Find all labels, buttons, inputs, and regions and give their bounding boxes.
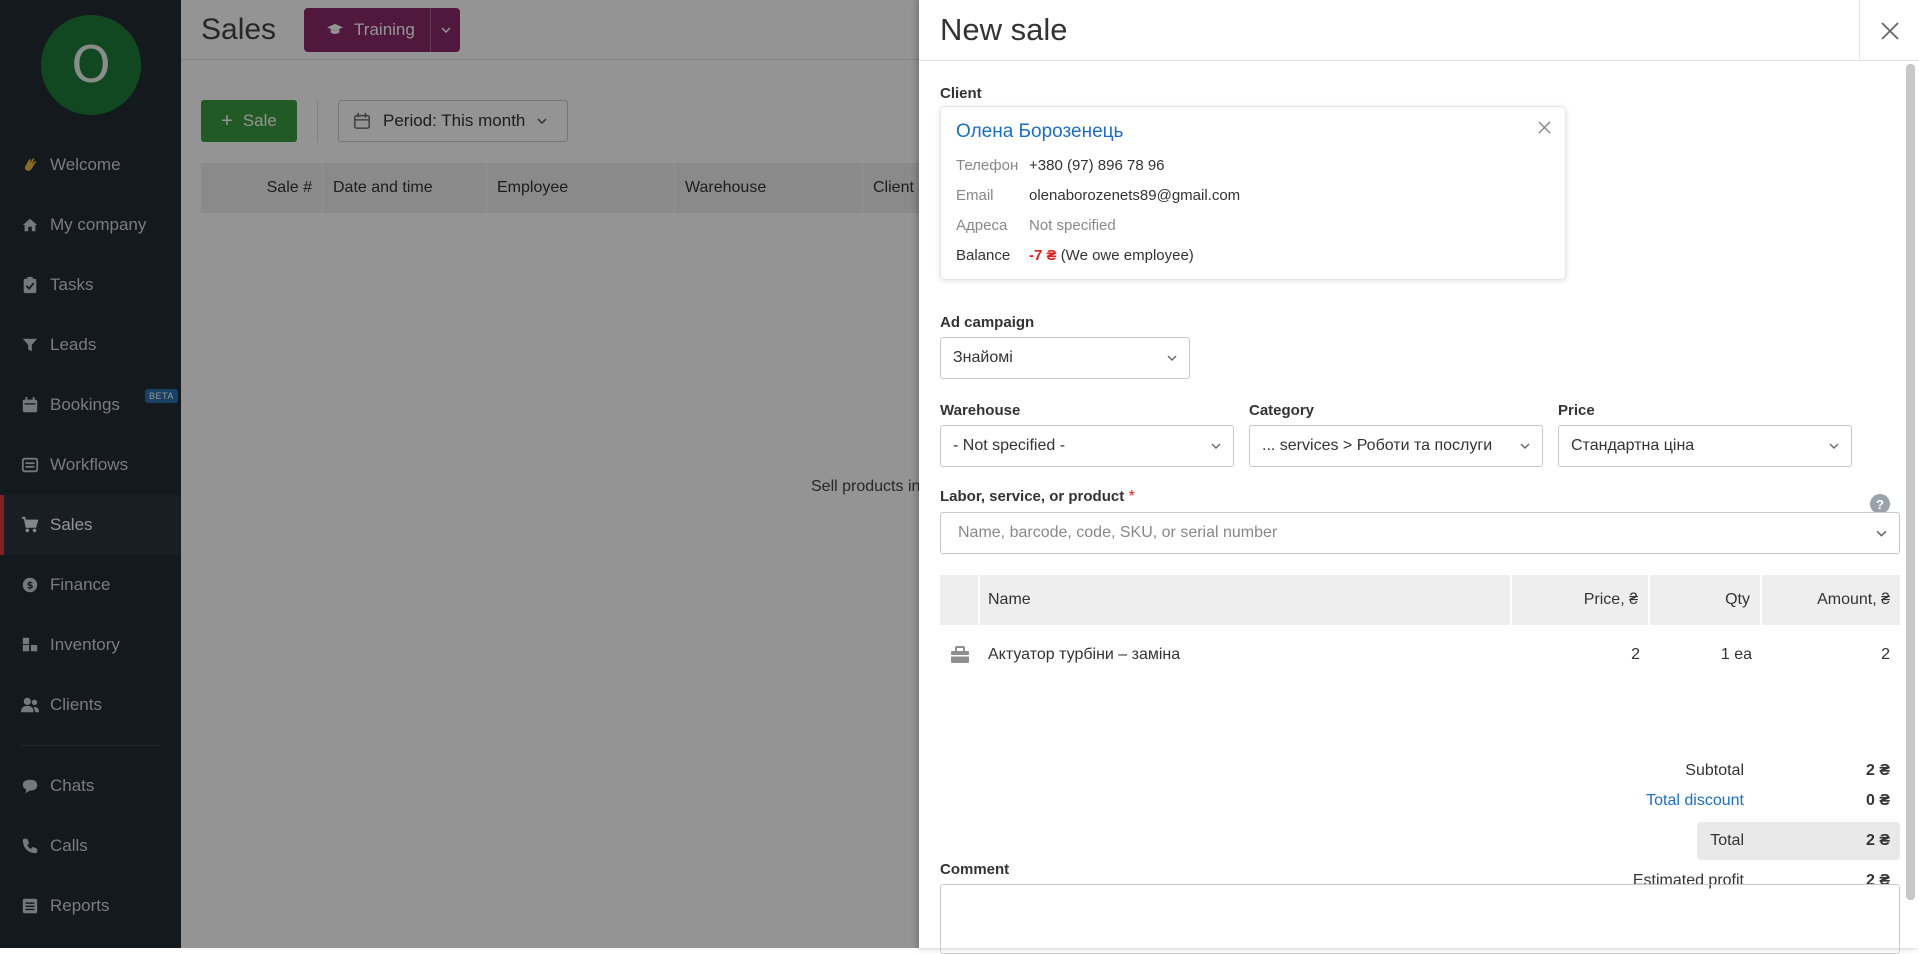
total-discount-link[interactable]: Total discount	[1646, 792, 1744, 810]
discount-value: 0 ₴	[1865, 792, 1890, 809]
client-email-row: Email olenaborozenets89@gmail.com	[956, 187, 1550, 204]
product-search-placeholder: Name, barcode, code, SKU, or serial numb…	[958, 524, 1278, 541]
table-row[interactable]: Актуатор турбіни – заміна 2 1 ea 2	[940, 633, 1900, 677]
warehouse-label: Warehouse	[940, 402, 1021, 419]
phone-label: Телефон	[956, 157, 1019, 174]
column-header-qty: Qty	[1650, 575, 1762, 625]
ad-campaign-label: Ad campaign	[940, 314, 1035, 331]
items-table-header: Name Price, ₴ Qty Amount, ₴	[940, 575, 1900, 625]
price-label: Price	[1558, 402, 1595, 419]
balance-label: Balance	[956, 247, 1011, 264]
column-header-amount: Amount, ₴	[1817, 591, 1890, 608]
product-search-input[interactable]: Name, barcode, code, SKU, or serial numb…	[940, 512, 1900, 554]
new-sale-panel: New sale Client Олена Борозенець Телефон…	[919, 0, 1919, 954]
chevron-down-icon	[1829, 443, 1839, 449]
address-label: Адреса	[956, 217, 1008, 234]
toolbox-icon	[940, 646, 980, 664]
help-icon[interactable]: ?	[1870, 494, 1890, 514]
total-value: 2 ₴	[1865, 832, 1890, 849]
column-header-price: Price, ₴	[1512, 575, 1650, 625]
discount-row: Total discount 0 ₴	[1500, 785, 1900, 817]
ad-campaign-select[interactable]: Знайомі	[940, 337, 1190, 379]
client-card: Олена Борозенець Телефон +380 (97) 896 7…	[940, 106, 1566, 280]
product-label-row: Labor, service, or product *	[940, 488, 1135, 506]
total-row: Total 2 ₴	[1500, 825, 1900, 857]
phone-value: +380 (97) 896 78 96	[1029, 157, 1165, 174]
email-value: olenaborozenets89@gmail.com	[1029, 187, 1241, 204]
client-address-row: Адреса Not specified	[956, 217, 1550, 234]
remove-client-button[interactable]	[1538, 121, 1551, 139]
client-balance-row: Balance -7 ₴ (We owe employee)	[956, 247, 1550, 264]
subtotal-row: Subtotal 2 ₴	[1500, 755, 1900, 787]
chevron-down-icon	[1520, 443, 1530, 449]
chevron-down-icon	[1876, 530, 1887, 537]
comment-textarea[interactable]	[940, 884, 1900, 954]
item-qty[interactable]: 1 ea	[1650, 646, 1762, 664]
close-icon	[1880, 21, 1900, 41]
product-label: Labor, service, or product	[940, 488, 1125, 505]
item-price[interactable]: 2	[1512, 646, 1650, 664]
client-name-link[interactable]: Олена Борозенець	[956, 121, 1550, 143]
subtotal-value: 2 ₴	[1865, 762, 1890, 779]
scrollbar[interactable]	[1906, 64, 1915, 900]
email-label: Email	[956, 187, 994, 204]
category-label: Category	[1249, 402, 1315, 419]
warehouse-select[interactable]: - Not specified -	[940, 425, 1234, 467]
item-amount: 2	[1881, 646, 1890, 663]
balance-value: -7 ₴	[1029, 247, 1057, 264]
balance-note: (We owe employee)	[1060, 247, 1194, 264]
price-type-value: Стандартна ціна	[1571, 437, 1695, 454]
sale-items-table: Name Price, ₴ Qty Amount, ₴ Актуатор тур…	[940, 575, 1900, 677]
comment-label: Comment	[940, 861, 1010, 878]
row-icon-column	[940, 575, 980, 625]
client-phone-row: Телефон +380 (97) 896 78 96	[956, 157, 1550, 174]
column-header-name: Name	[980, 575, 1512, 625]
warehouse-value: - Not specified -	[953, 437, 1066, 454]
ad-campaign-value: Знайомі	[953, 349, 1013, 366]
item-name: Актуатор турбіни – заміна	[988, 646, 1181, 663]
price-type-select[interactable]: Стандартна ціна	[1558, 425, 1852, 467]
chevron-down-icon	[1211, 443, 1221, 449]
total-label: Total	[1710, 832, 1744, 849]
panel-header: New sale	[919, 0, 1919, 61]
chevron-down-icon	[1167, 355, 1177, 361]
address-value: Not specified	[1029, 217, 1116, 234]
category-value: ... services > Роботи та послуги	[1262, 437, 1493, 454]
client-label: Client	[940, 85, 982, 102]
required-marker: *	[1128, 488, 1135, 505]
modal-backdrop[interactable]	[0, 0, 919, 948]
category-select[interactable]: ... services > Роботи та послуги	[1249, 425, 1543, 467]
panel-title: New sale	[940, 12, 1068, 47]
subtotal-label: Subtotal	[1685, 762, 1744, 779]
close-panel-button[interactable]	[1859, 0, 1919, 61]
